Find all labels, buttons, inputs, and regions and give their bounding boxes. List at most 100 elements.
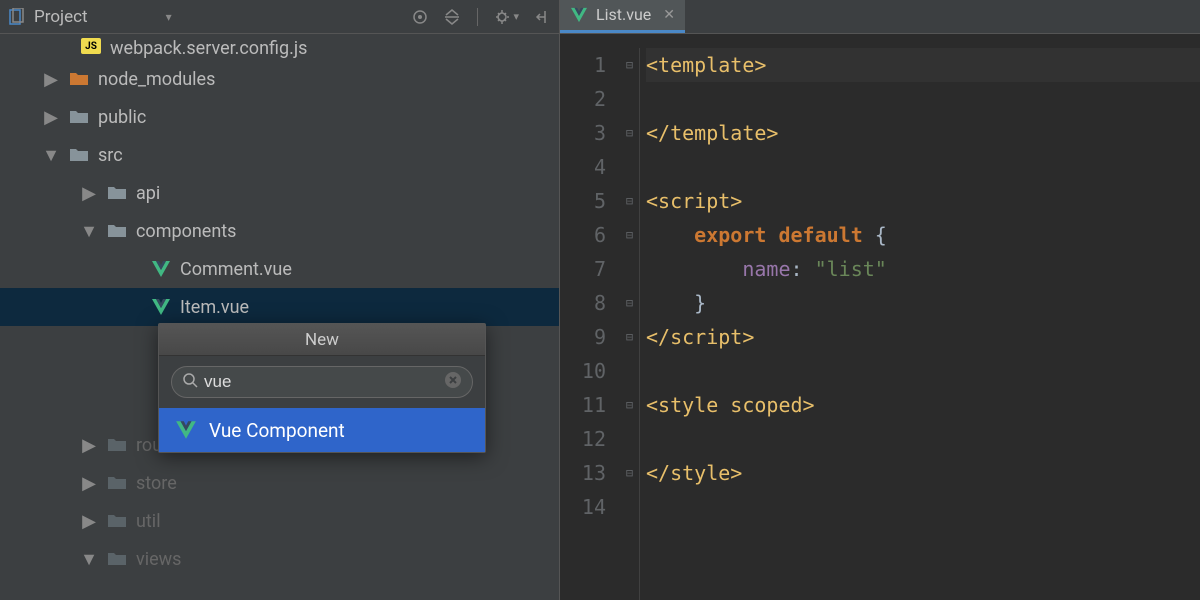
tree-label: components: [136, 221, 236, 242]
tree-item-public[interactable]: ▶ public: [0, 98, 559, 136]
tree-item-views[interactable]: ▼ views: [0, 540, 559, 578]
fold-gutter: ⊟ ⊟ ⊟ ⊟ ⊟ ⊟ ⊟ ⊟: [620, 48, 640, 600]
project-panel-icon: [8, 8, 26, 26]
tree-item-components[interactable]: ▼ components: [0, 212, 559, 250]
folder-icon: [106, 437, 128, 453]
sidebar-title: Project: [34, 7, 88, 27]
line-number: 8: [560, 286, 606, 320]
tree-item-item-vue[interactable]: Item.vue: [0, 288, 559, 326]
chevron-down-icon: ▼: [80, 549, 98, 570]
code-token: export default: [694, 223, 863, 247]
popup-search-field[interactable]: [171, 366, 473, 398]
tab-bar: List.vue ✕: [560, 0, 1200, 34]
sidebar-toolbar: ▾: [411, 8, 551, 26]
code-token: "list": [815, 257, 887, 281]
project-sidebar: Project ▾ ▾ JS webpack.server.config.js …: [0, 0, 560, 600]
tab-list-vue[interactable]: List.vue ✕: [560, 0, 685, 33]
popup-search-row: [159, 356, 485, 408]
tree-item-webpack[interactable]: JS webpack.server.config.js: [0, 38, 559, 60]
line-number: 6: [560, 218, 606, 252]
chevron-right-icon: ▶: [80, 435, 98, 456]
locate-icon[interactable]: [411, 8, 429, 26]
tab-label: List.vue: [596, 5, 651, 24]
code-area[interactable]: 1 2 3 4 5 6 7 8 9 10 11 12 13 14 ⊟ ⊟ ⊟ ⊟…: [560, 34, 1200, 600]
chevron-down-icon: ▼: [80, 221, 98, 242]
editor-pane: List.vue ✕ 1 2 3 4 5 6 7 8 9 10 11 12 13…: [560, 0, 1200, 600]
view-mode-dropdown[interactable]: ▾: [166, 10, 172, 24]
folder-icon: [106, 223, 128, 239]
tree-label: webpack.server.config.js: [110, 38, 307, 59]
code-token: }: [694, 291, 706, 315]
fold-marker[interactable]: ⊟: [620, 218, 639, 252]
popup-item-vue-component[interactable]: Vue Component: [159, 408, 485, 452]
vue-icon: [175, 420, 197, 440]
code-token: </script>: [646, 325, 754, 349]
fold-marker[interactable]: ⊟: [620, 388, 639, 422]
tree-item-store[interactable]: ▶ store: [0, 464, 559, 502]
line-number: 2: [560, 82, 606, 116]
code-lines[interactable]: <template> </template> <script> export d…: [646, 48, 1200, 600]
line-number: 9: [560, 320, 606, 354]
code-token: </style>: [646, 461, 742, 485]
tree-item-comment-vue[interactable]: Comment.vue: [0, 250, 559, 288]
line-number: 4: [560, 150, 606, 184]
folder-icon: [106, 185, 128, 201]
fold-marker[interactable]: ⊟: [620, 456, 639, 490]
line-number: 11: [560, 388, 606, 422]
line-number: 10: [560, 354, 606, 388]
new-file-popup: New Vue Component: [158, 323, 486, 453]
vue-icon: [150, 298, 172, 316]
search-input[interactable]: [204, 372, 438, 392]
close-icon[interactable]: ✕: [663, 7, 675, 23]
folder-icon: [106, 551, 128, 567]
line-number: 14: [560, 490, 606, 524]
popup-title: New: [159, 324, 485, 356]
popup-item-label: Vue Component: [209, 419, 345, 442]
vue-icon: [150, 260, 172, 278]
code-token: </template>: [646, 121, 778, 145]
hide-icon[interactable]: [533, 8, 551, 26]
tree-item-src[interactable]: ▼ src: [0, 136, 559, 174]
code-token: {: [863, 223, 887, 247]
line-number: 13: [560, 456, 606, 490]
line-number: 5: [560, 184, 606, 218]
js-icon: JS: [80, 38, 102, 54]
folder-icon: [68, 71, 90, 87]
chevron-right-icon: ▶: [42, 69, 60, 90]
tree-item-node-modules[interactable]: ▶ node_modules: [0, 60, 559, 98]
vue-icon: [570, 7, 588, 23]
fold-marker[interactable]: ⊟: [620, 184, 639, 218]
folder-icon: [106, 475, 128, 491]
tree-label: src: [98, 145, 123, 166]
tree-label: public: [98, 107, 146, 128]
folder-icon: [68, 147, 90, 163]
tree-item-api[interactable]: ▶ api: [0, 174, 559, 212]
line-gutter: 1 2 3 4 5 6 7 8 9 10 11 12 13 14: [560, 48, 620, 600]
fold-marker[interactable]: ⊟: [620, 286, 639, 320]
gear-icon[interactable]: ▾: [494, 8, 519, 26]
folder-icon: [106, 513, 128, 529]
chevron-right-icon: ▶: [80, 473, 98, 494]
code-token: <style scoped>: [646, 393, 815, 417]
line-number: 1: [560, 48, 606, 82]
line-number: 3: [560, 116, 606, 150]
folder-icon: [68, 109, 90, 125]
search-icon: [182, 372, 198, 392]
divider: [477, 8, 478, 26]
code-token: name: [742, 257, 790, 281]
fold-marker[interactable]: ⊟: [620, 116, 639, 150]
collapse-icon[interactable]: [443, 8, 461, 26]
line-number: 7: [560, 252, 606, 286]
fold-marker[interactable]: ⊟: [620, 320, 639, 354]
line-number: 12: [560, 422, 606, 456]
code-token: <script>: [646, 189, 742, 213]
file-tree: JS webpack.server.config.js ▶ node_modul…: [0, 34, 559, 578]
tree-label: api: [136, 183, 160, 204]
clear-icon[interactable]: [444, 371, 462, 393]
sidebar-header: Project ▾ ▾: [0, 0, 559, 34]
tree-item-util[interactable]: ▶ util: [0, 502, 559, 540]
chevron-down-icon: ▼: [42, 145, 60, 166]
tree-label: store: [136, 473, 177, 494]
fold-marker[interactable]: ⊟: [620, 48, 639, 82]
tree-label: node_modules: [98, 69, 215, 90]
